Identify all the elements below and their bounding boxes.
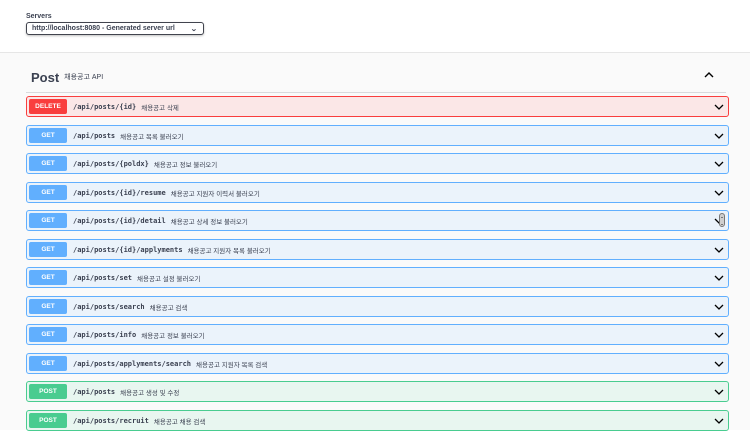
method-badge: GET xyxy=(29,242,67,257)
operation-row[interactable]: GET/api/posts/{id}/applyments 채용공고 지원자 목록… xyxy=(26,239,729,260)
operation-path: /api/posts/search xyxy=(73,302,145,311)
operation-summary: 채용공고 생성 및 수정 xyxy=(120,389,180,397)
chevron-down-icon: ⌄ xyxy=(190,25,198,33)
operation-path: /api/posts/info xyxy=(73,330,137,339)
operation-summary: 채용공고 지원자 목록 검색 xyxy=(196,361,268,369)
operation-row[interactable]: GET/api/posts/info 채용공고 정보 불러오기 xyxy=(26,324,729,345)
chevron-down-icon[interactable] xyxy=(713,130,725,142)
servers-bar: Servers http://localhost:8080 - Generate… xyxy=(0,0,750,53)
operation-summary: 채용공고 지원자 목록 불러오기 xyxy=(187,247,271,255)
operation-summary: 채용공고 정보 불러오기 xyxy=(153,161,218,169)
operation-summary: 채용공고 검색 xyxy=(149,304,188,312)
operation-row[interactable]: GET/api/posts/search 채용공고 검색 xyxy=(26,296,729,317)
operation-path: /api/posts/recruit xyxy=(73,416,149,425)
server-select[interactable]: http://localhost:8080 - Generated server… xyxy=(26,22,204,35)
tag-header-post[interactable]: Post 채용공고 API xyxy=(26,62,726,93)
operation-path: /api/posts xyxy=(73,131,116,140)
chevron-down-icon[interactable] xyxy=(713,329,725,341)
operation-path: /api/posts xyxy=(73,387,116,396)
operation-row[interactable]: GET/api/posts/applyments/search 채용공고 지원자 … xyxy=(26,353,729,374)
chevron-down-icon[interactable] xyxy=(713,101,725,113)
operation-row[interactable]: POST/api/posts/recruit 채용공고 채용 검색 xyxy=(26,410,729,431)
method-badge: GET xyxy=(29,356,67,371)
operation-summary: 채용공고 정보 불러오기 xyxy=(141,332,205,340)
method-badge: GET xyxy=(29,327,67,342)
operation-path: /api/posts/{id}/applyments xyxy=(73,245,183,254)
operation-summary: 채용공고 채용 검색 xyxy=(153,418,206,426)
method-badge: GET xyxy=(29,270,67,285)
operation-row[interactable]: DELETE/api/posts/{id} 채용공고 삭제 xyxy=(26,96,729,117)
operation-summary: 채용공고 상세 정보 불러오기 xyxy=(170,218,248,226)
method-badge: GET xyxy=(29,156,67,171)
tag-name: Post xyxy=(31,69,60,85)
operation-summary: 채용공고 삭제 xyxy=(141,104,179,112)
method-badge: GET xyxy=(29,128,67,143)
chevron-down-icon[interactable] xyxy=(713,301,725,313)
method-badge: POST xyxy=(29,384,67,399)
server-select-value: http://localhost:8080 - Generated server… xyxy=(32,25,175,32)
operation-row[interactable]: GET/api/posts/{id}/resume 채용공고 지원자 이력서 불러… xyxy=(26,182,729,203)
method-badge: GET xyxy=(29,185,67,200)
operation-summary: 채용공고 지원자 이력서 불러오기 xyxy=(170,190,260,198)
operation-path: /api/posts/{poldx} xyxy=(73,159,149,168)
chevron-down-icon[interactable] xyxy=(713,158,725,170)
tag-description: 채용공고 API xyxy=(64,74,104,81)
operation-path: /api/posts/set xyxy=(73,273,133,282)
method-badge: GET xyxy=(29,213,67,228)
operation-path: /api/posts/{id} xyxy=(73,102,137,111)
method-badge: POST xyxy=(29,413,67,428)
servers-label: Servers xyxy=(26,13,52,20)
operation-row[interactable]: GET/api/posts 채용공고 목록 불러오기 xyxy=(26,125,729,146)
chevron-down-icon[interactable] xyxy=(713,272,725,284)
chevron-down-icon[interactable] xyxy=(713,187,725,199)
operation-row[interactable]: GET/api/posts/{id}/detail 채용공고 상세 정보 불러오기 xyxy=(26,210,729,231)
chevron-down-icon[interactable] xyxy=(713,358,725,370)
method-badge: GET xyxy=(29,299,67,314)
operation-path: /api/posts/{id}/resume xyxy=(73,188,166,197)
chevron-down-icon[interactable] xyxy=(713,415,725,427)
operation-path: /api/posts/applyments/search xyxy=(73,359,192,368)
operation-row[interactable]: POST/api/posts 채용공고 생성 및 수정 xyxy=(26,381,729,402)
scroll-thumb[interactable] xyxy=(719,213,725,227)
operation-summary: 채용공고 설정 불러오기 xyxy=(137,275,201,283)
chevron-down-icon[interactable] xyxy=(713,386,725,398)
chevron-down-icon[interactable] xyxy=(713,244,725,256)
operation-row[interactable]: GET/api/posts/{poldx} 채용공고 정보 불러오기 xyxy=(26,153,729,174)
chevron-up-icon[interactable] xyxy=(702,68,716,82)
operation-row[interactable]: GET/api/posts/set 채용공고 설정 불러오기 xyxy=(26,267,729,288)
method-badge: DELETE xyxy=(29,99,67,114)
operation-summary: 채용공고 목록 불러오기 xyxy=(120,133,184,141)
operation-path: /api/posts/{id}/detail xyxy=(73,216,166,225)
